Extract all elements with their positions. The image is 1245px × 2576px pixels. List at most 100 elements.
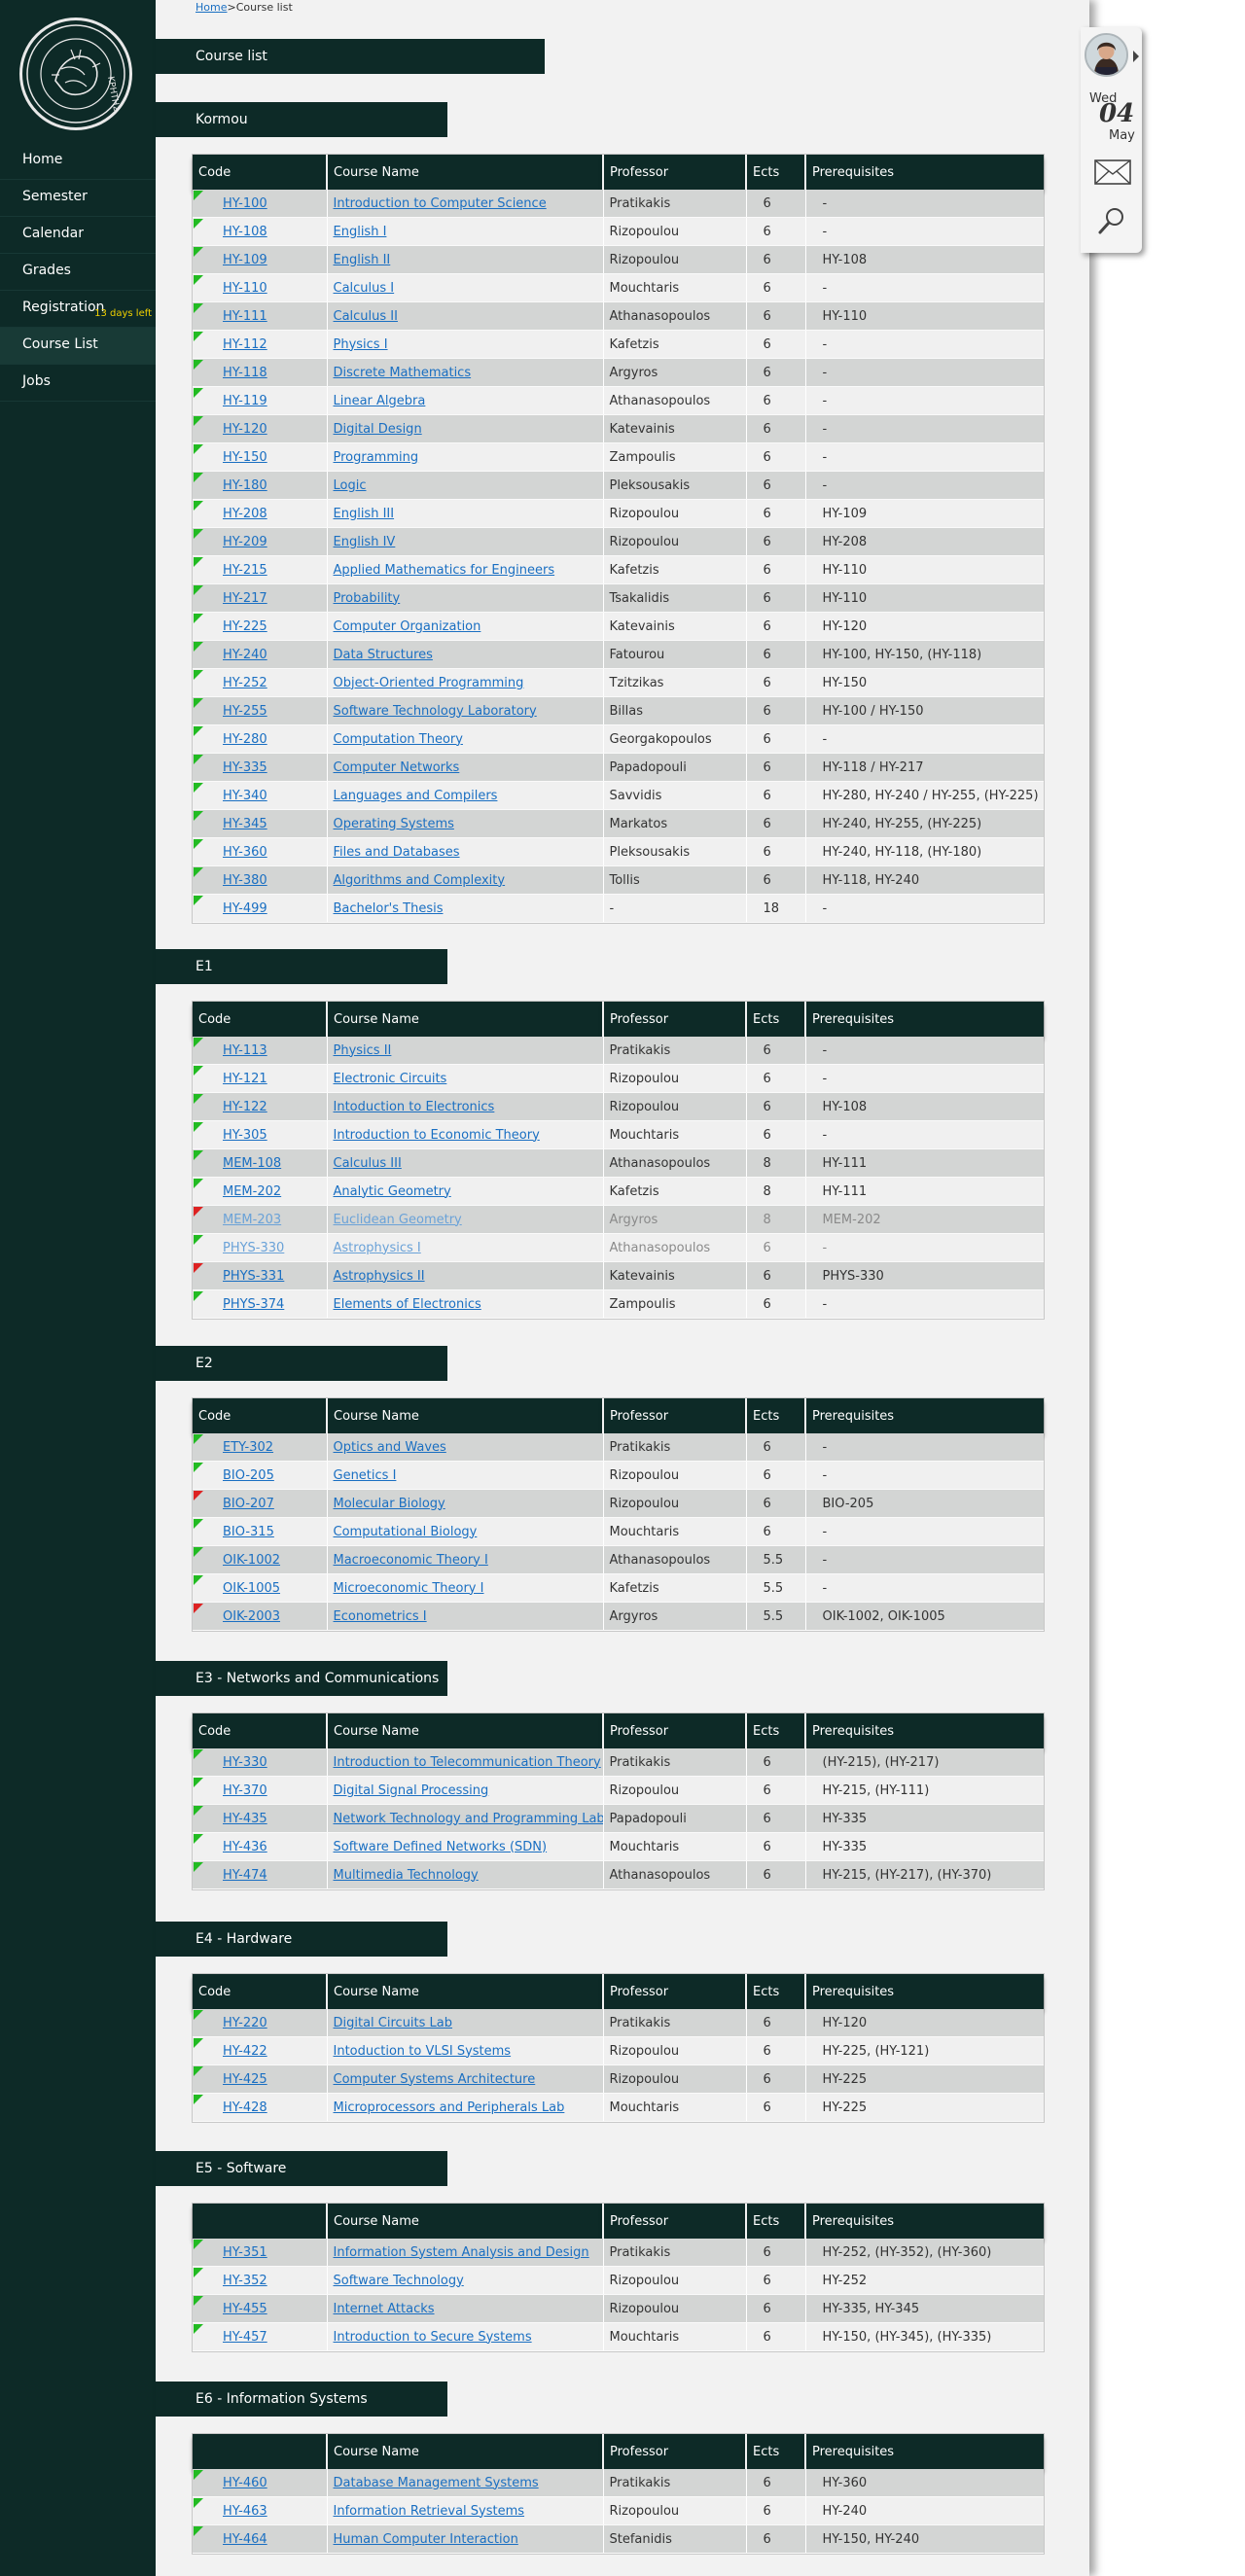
course-code-link[interactable]: HY-345 [223,817,267,831]
search-icon[interactable] [1097,206,1126,239]
course-code-link[interactable]: HY-252 [223,676,267,690]
col-code-header[interactable]: Code [193,1002,327,1037]
nav-semester[interactable]: Semester [0,180,156,217]
course-name-link[interactable]: Probability [334,591,401,606]
col-ects-header[interactable]: Ects [745,1713,805,1748]
col-prereq-header[interactable]: Prerequisites [804,1002,1044,1037]
course-name-link[interactable]: Logic [334,478,367,493]
course-name-link[interactable]: Microeconomic Theory I [334,1581,484,1596]
course-code-link[interactable]: HY-113 [223,1043,267,1058]
course-code-link[interactable]: HY-460 [223,2476,267,2490]
course-code-link[interactable]: HY-208 [223,507,267,521]
course-code-link[interactable]: HY-119 [223,394,267,408]
course-name-link[interactable]: Network Technology and Programming Lab [334,1812,604,1826]
course-name-link[interactable]: Calculus I [334,281,395,296]
course-name-link[interactable]: Software Defined Networks (SDN) [334,1840,548,1854]
course-name-link[interactable]: Physics I [334,337,388,352]
course-name-link[interactable]: Euclidean Geometry [334,1213,462,1227]
course-name-link[interactable]: Software Technology [334,2274,464,2288]
col-name-header[interactable]: Course Name [326,155,603,190]
col-code-header[interactable]: Code [193,1713,327,1748]
course-name-link[interactable]: Calculus II [334,309,398,324]
col-professor-header[interactable]: Professor [602,1002,746,1037]
course-name-link[interactable]: Intoduction to Electronics [334,1100,495,1114]
course-code-link[interactable]: ETY-302 [223,1440,273,1455]
course-code-link[interactable]: HY-280 [223,732,267,747]
course-code-link[interactable]: HY-110 [223,281,267,296]
course-code-link[interactable]: MEM-108 [223,1156,281,1171]
course-name-link[interactable]: Introduction to Economic Theory [334,1128,540,1143]
course-name-link[interactable]: Operating Systems [334,817,454,831]
course-code-link[interactable]: OIK-1002 [223,1553,280,1568]
col-name-header[interactable]: Course Name [326,1002,603,1037]
course-name-link[interactable]: Calculus III [334,1156,402,1171]
course-code-link[interactable]: HY-220 [223,2016,267,2030]
col-code-header[interactable]: Code [193,1398,327,1433]
course-name-link[interactable]: Data Structures [334,648,433,662]
course-code-link[interactable]: HY-217 [223,591,267,606]
course-code-link[interactable]: BIO-205 [223,1468,274,1483]
course-code-link[interactable]: OIK-2003 [223,1609,280,1624]
col-code-header[interactable] [193,2434,327,2469]
course-code-link[interactable]: MEM-202 [223,1184,281,1199]
course-code-link[interactable]: HY-425 [223,2072,267,2087]
col-prereq-header[interactable]: Prerequisites [804,2434,1044,2469]
course-code-link[interactable]: HY-121 [223,1072,267,1086]
course-code-link[interactable]: HY-499 [223,901,267,916]
course-name-link[interactable]: Algorithms and Complexity [334,873,506,888]
col-name-header[interactable]: Course Name [326,1974,603,2009]
course-name-link[interactable]: Languages and Compilers [334,789,498,803]
course-code-link[interactable]: HY-118 [223,366,267,380]
course-name-link[interactable]: Microprocessors and Peripherals Lab [334,2100,565,2115]
course-name-link[interactable]: Applied Mathematics for Engineers [334,563,555,578]
course-code-link[interactable]: HY-464 [223,2532,267,2547]
course-name-link[interactable]: Physics II [334,1043,392,1058]
course-name-link[interactable]: Internet Attacks [334,2302,435,2316]
course-code-link[interactable]: HY-422 [223,2044,267,2059]
course-code-link[interactable]: HY-340 [223,789,267,803]
col-ects-header[interactable]: Ects [745,2434,805,2469]
course-code-link[interactable]: BIO-315 [223,1525,274,1539]
course-name-link[interactable]: Information Retrieval Systems [334,2504,525,2519]
user-avatar[interactable] [1085,33,1128,77]
course-name-link[interactable]: Discrete Mathematics [334,366,472,380]
course-name-link[interactable]: Digital Design [334,422,422,437]
course-code-link[interactable]: HY-120 [223,422,267,437]
col-ects-header[interactable]: Ects [745,1398,805,1433]
mail-icon[interactable] [1094,159,1131,189]
course-name-link[interactable]: Computer Organization [334,619,481,634]
course-code-link[interactable]: HY-474 [223,1868,267,1883]
nav-grades[interactable]: Grades [0,254,156,291]
course-name-link[interactable]: Bachelor's Thesis [334,901,444,916]
col-professor-header[interactable]: Professor [602,2434,746,2469]
nav-jobs[interactable]: Jobs [0,365,156,402]
nav-home[interactable]: Home [0,143,156,180]
course-name-link[interactable]: Astrophysics II [334,1269,425,1284]
course-name-link[interactable]: Object-Oriented Programming [334,676,524,690]
course-name-link[interactable]: Linear Algebra [334,394,426,408]
course-code-link[interactable]: HY-335 [223,760,267,775]
col-name-header[interactable]: Course Name [326,1713,603,1748]
course-name-link[interactable]: English I [334,225,387,239]
col-ects-header[interactable]: Ects [745,2204,805,2239]
course-name-link[interactable]: Programming [334,450,419,465]
course-code-link[interactable]: OIK-1005 [223,1581,280,1596]
course-name-link[interactable]: Software Technology Laboratory [334,704,537,719]
course-code-link[interactable]: HY-255 [223,704,267,719]
course-name-link[interactable]: English III [334,507,395,521]
course-name-link[interactable]: Electronic Circuits [334,1072,447,1086]
course-code-link[interactable]: MEM-203 [223,1213,281,1227]
course-name-link[interactable]: Molecular Biology [334,1497,445,1511]
col-ects-header[interactable]: Ects [745,1974,805,2009]
course-name-link[interactable]: Information System Analysis and Design [334,2245,589,2260]
breadcrumb-home-link[interactable]: Home [196,1,227,14]
course-name-link[interactable]: English IV [334,535,396,549]
course-code-link[interactable]: BIO-207 [223,1497,274,1511]
course-code-link[interactable]: HY-380 [223,873,267,888]
course-name-link[interactable]: Analytic Geometry [334,1184,451,1199]
course-name-link[interactable]: Computer Networks [334,760,460,775]
course-name-link[interactable]: Digital Signal Processing [334,1783,489,1798]
course-code-link[interactable]: HY-305 [223,1128,267,1143]
avatar-menu-arrow-icon[interactable] [1133,51,1139,62]
course-code-link[interactable]: PHYS-331 [223,1269,284,1284]
